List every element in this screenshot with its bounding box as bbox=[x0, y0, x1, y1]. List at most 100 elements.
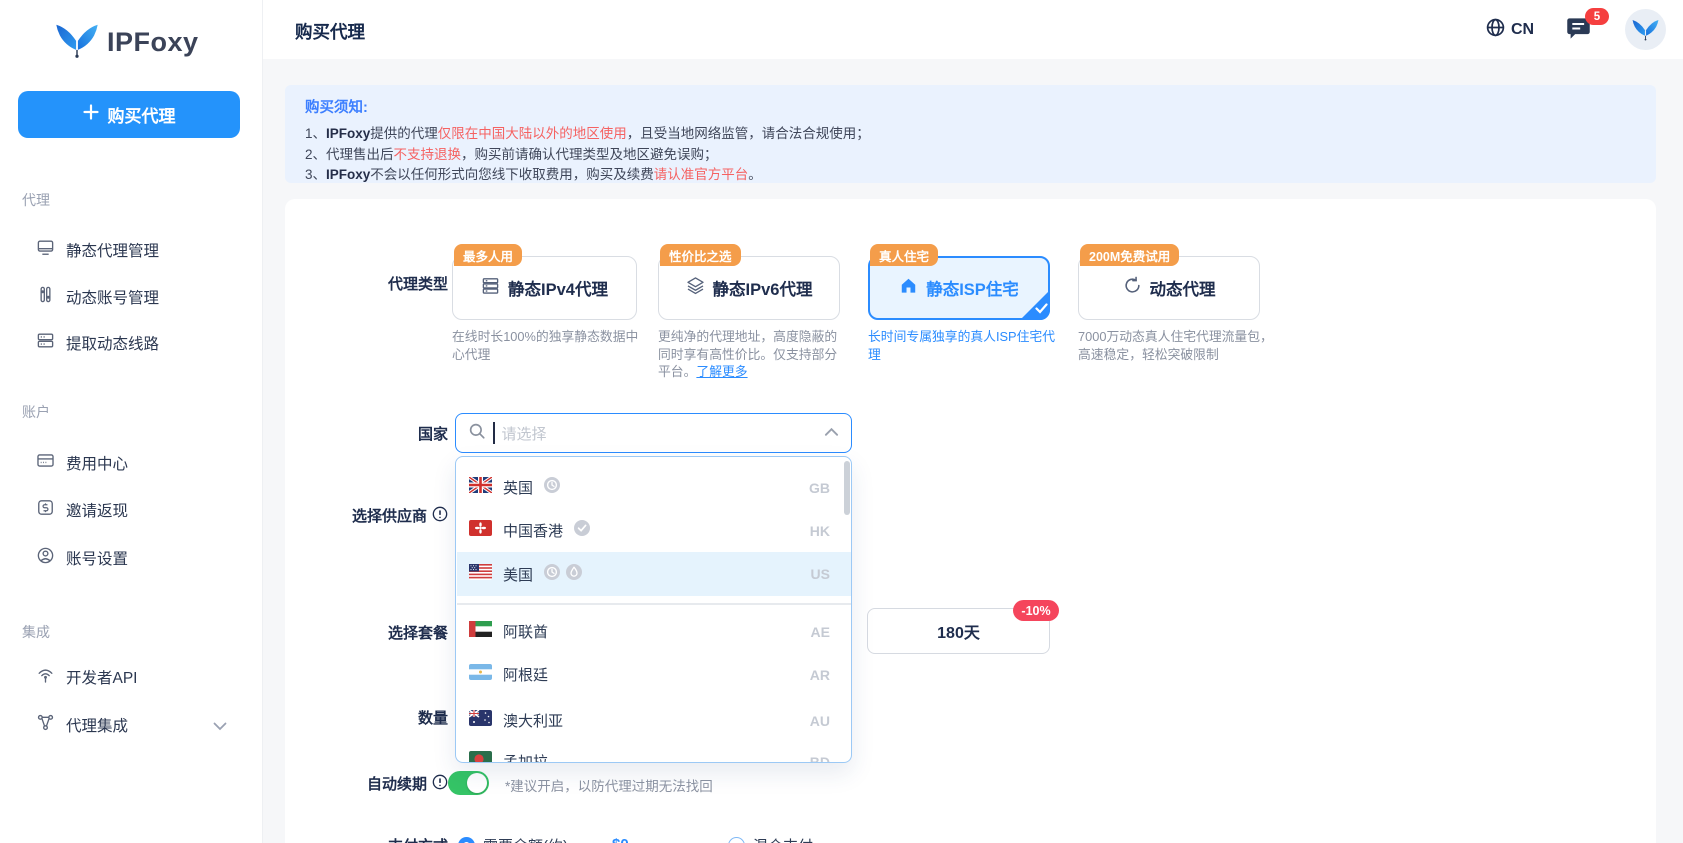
notification-badge: 5 bbox=[1585, 8, 1609, 25]
server-icon bbox=[36, 331, 55, 355]
proxy-card-static-ipv4[interactable]: 最多人用 静态IPv4代理 bbox=[452, 244, 637, 320]
sliders-icon bbox=[36, 285, 55, 309]
card-title: 静态ISP住宅 bbox=[926, 281, 1019, 299]
text-cursor bbox=[493, 422, 495, 444]
buy-proxy-button[interactable]: 购买代理 bbox=[18, 91, 240, 138]
selected-check-icon bbox=[1020, 290, 1050, 320]
card-description: 长时间专属独享的真人ISP住宅代理 bbox=[868, 329, 1055, 362]
card-title: 静态IPv6代理 bbox=[712, 281, 813, 299]
dropdown-divider bbox=[457, 603, 851, 605]
clock-icon bbox=[544, 477, 561, 498]
plan-label: 选择套餐 bbox=[387, 625, 448, 642]
notice-line: 3、IPFoxy不会以任何形式向您线下收取费用，购买及续费请认准官方平台。 bbox=[305, 167, 762, 182]
sidebar: IPFoxy 购买代理 代理 静态代理管理 动态账号管理 提取动态线路 账户 费… bbox=[0, 0, 263, 843]
globe-icon bbox=[1485, 17, 1506, 43]
ae-flag-icon bbox=[469, 621, 492, 642]
proxy-card-static-isp[interactable]: 真人住宅 静态ISP住宅 bbox=[868, 244, 1050, 320]
info-icon[interactable] bbox=[432, 506, 448, 526]
language-selector[interactable]: CN bbox=[1485, 17, 1534, 43]
card-title: 动态代理 bbox=[1149, 281, 1216, 299]
ipfoxy-fox-icon bbox=[55, 22, 99, 63]
sidebar-section-integration: 集成 bbox=[22, 624, 50, 640]
integration-icon bbox=[36, 713, 55, 737]
clock-icon bbox=[544, 563, 561, 585]
auto-renew-toggle[interactable] bbox=[448, 771, 489, 795]
credit-card-icon bbox=[36, 451, 55, 475]
proxy-card-dynamic[interactable]: 200M免费试用 动态代理 bbox=[1078, 244, 1260, 320]
sidebar-section-proxy: 代理 bbox=[22, 192, 50, 208]
language-label: CN bbox=[1511, 21, 1535, 38]
api-icon bbox=[36, 665, 55, 689]
notice-line: 1、IPFoxy提供的代理仅限在中国大陆以外的地区使用，且受当地网络监管，请合法… bbox=[305, 126, 870, 141]
au-flag-icon bbox=[468, 709, 492, 731]
country-row-au[interactable]: 澳大利亚 AU bbox=[457, 699, 851, 742]
server-rack-icon bbox=[481, 276, 500, 300]
avatar[interactable] bbox=[1625, 9, 1666, 50]
country-search-input[interactable]: 请选择 bbox=[455, 413, 852, 453]
monitor-icon bbox=[36, 238, 55, 262]
plus-icon bbox=[82, 104, 99, 125]
dropdown-scrollbar[interactable] bbox=[844, 461, 850, 515]
sidebar-item-billing-center[interactable]: 费用中心 bbox=[36, 448, 246, 478]
quantity-label: 数量 bbox=[417, 710, 448, 727]
page-title: 购买代理 bbox=[295, 22, 365, 42]
payment-label: 支付方式 bbox=[288, 835, 448, 843]
country-dropdown: 英国 GB 中国香港 HK 美国 US 阿联酋 AE 阿根廷 AR 澳大利亚 A… bbox=[455, 456, 852, 763]
search-icon bbox=[468, 422, 486, 445]
learn-more-link[interactable]: 了解更多 bbox=[696, 364, 747, 379]
card-badge: 真人住宅 bbox=[870, 244, 939, 266]
country-row-ar[interactable]: 阿根廷 AR bbox=[457, 653, 851, 696]
toggle-knob bbox=[467, 773, 487, 793]
card-description: 7000万动态真人住宅代理流量包，高速稳定，轻松突破限制 bbox=[1078, 329, 1273, 362]
card-badge: 200M免费试用 bbox=[1080, 244, 1180, 266]
proxy-type-label: 代理类型 bbox=[387, 276, 448, 293]
info-icon[interactable] bbox=[432, 774, 448, 794]
sidebar-item-referral-cashback[interactable]: 邀请返现 bbox=[36, 495, 246, 525]
country-row-gb[interactable]: 英国 GB bbox=[457, 466, 851, 509]
payment-option-balance[interactable]: 需要余额(约): bbox=[458, 835, 572, 843]
auto-renew-label: 自动续期 bbox=[288, 773, 448, 794]
proxy-card-static-ipv6[interactable]: 性价比之选 静态IPv6代理 bbox=[658, 244, 840, 320]
country-row-ae[interactable]: 阿联酋 AE bbox=[457, 610, 851, 653]
topbar: 购买代理 CN 5 bbox=[263, 0, 1683, 59]
check-icon bbox=[574, 520, 591, 541]
payment-option-mixed[interactable]: 混合支付 bbox=[728, 835, 813, 843]
refresh-icon bbox=[1123, 276, 1142, 300]
flame-icon bbox=[566, 563, 583, 585]
auto-renew-note: *建议开启，以防代理过期无法找回 bbox=[505, 779, 713, 794]
sidebar-item-static-proxy[interactable]: 静态代理管理 bbox=[36, 235, 246, 265]
sidebar-item-account-settings[interactable]: 账号设置 bbox=[36, 543, 246, 573]
card-badge: 最多人用 bbox=[454, 244, 523, 266]
dollar-box-icon bbox=[36, 498, 55, 522]
radio-selected-icon bbox=[458, 837, 475, 843]
notice-line: 2、代理售出后不支持退换，购买前请确认代理类型及地区避免误购； bbox=[305, 147, 718, 162]
country-row-hk[interactable]: 中国香港 HK bbox=[457, 509, 851, 552]
country-row-bd[interactable]: 孟加拉 BD bbox=[457, 740, 851, 762]
chat-icon bbox=[1565, 18, 1592, 46]
country-row-us[interactable]: 美国 US bbox=[457, 552, 851, 596]
app-root: 购买代理 CN 5 购买须知: 1、IPFoxy提供的代理仅限在中国大陆以外的地… bbox=[0, 0, 1683, 843]
card-title: 静态IPv4代理 bbox=[508, 281, 608, 299]
home-icon bbox=[899, 276, 918, 300]
bd-flag-icon bbox=[469, 751, 492, 762]
sidebar-item-developer-api[interactable]: 开发者API bbox=[36, 662, 246, 692]
radio-unselected-icon bbox=[728, 837, 745, 843]
sidebar-item-extract-lines[interactable]: 提取动态线路 bbox=[36, 328, 246, 358]
discount-badge: -10% bbox=[1013, 600, 1059, 621]
ar-flag-icon bbox=[469, 664, 492, 685]
card-description: 在线时长100%的独享静态数据中心代理 bbox=[452, 329, 639, 362]
chevron-up-icon[interactable] bbox=[824, 424, 839, 442]
sidebar-item-dynamic-accounts[interactable]: 动态账号管理 bbox=[36, 282, 246, 312]
card-description: 更纯净的代理地址，高度隐蔽的同时享有高性价比。仅支持部分平台。了解更多 bbox=[658, 329, 838, 379]
user-icon bbox=[36, 546, 55, 570]
hk-flag-icon bbox=[469, 520, 492, 541]
logo-text: IPFoxy bbox=[107, 27, 199, 57]
layers-icon bbox=[686, 276, 705, 300]
country-placeholder: 请选择 bbox=[501, 425, 547, 443]
country-label: 国家 bbox=[417, 426, 448, 443]
app-logo: IPFoxy bbox=[55, 22, 199, 63]
gb-flag-icon bbox=[468, 475, 493, 498]
card-badge: 性价比之选 bbox=[660, 244, 741, 266]
chevron-down-icon[interactable] bbox=[213, 718, 227, 736]
balance-amount: $0 bbox=[612, 836, 629, 843]
